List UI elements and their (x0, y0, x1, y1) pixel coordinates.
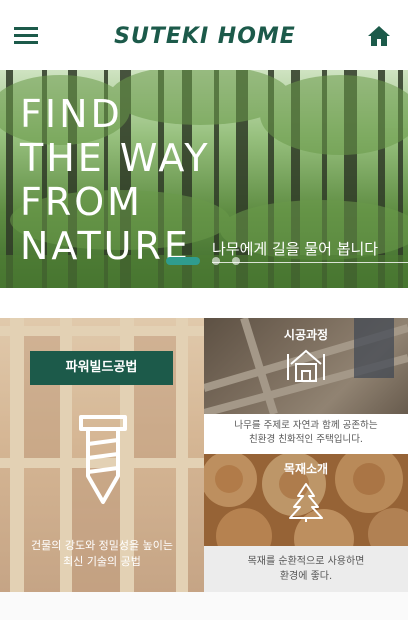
description-line: 나무를 주제로 자연과 함께 공존하는 (234, 420, 378, 431)
app-header: SUTEKI HOME (0, 0, 408, 70)
construction-process-tile[interactable]: 시공과정 (204, 318, 408, 414)
description-line: 친환경 친화적인 주택입니다. (249, 434, 363, 445)
headline-line: FIND (20, 92, 123, 136)
brand-logo[interactable]: SUTEKI HOME (100, 22, 310, 52)
tree-icon (289, 483, 323, 522)
hamburger-menu-icon[interactable] (14, 27, 38, 45)
power-build-tile[interactable]: 파워빌드공법 건물의 강도와 정밀성을 높이는 최신 기술의 공법 (0, 318, 204, 592)
headline-line: FROM (20, 180, 143, 224)
description-line: 최신 기술의 공법 (63, 555, 141, 568)
footer-strip (0, 592, 408, 620)
power-build-label[interactable]: 파워빌드공법 (30, 351, 173, 385)
description-line: 건물의 강도와 정밀성을 높이는 (30, 539, 174, 552)
carousel-dot-2[interactable] (212, 257, 220, 265)
screw-icon (79, 415, 127, 504)
description-line: 환경에 좋다. (279, 571, 333, 582)
wood-introduction-tile[interactable]: 목재소개 (204, 454, 408, 546)
headline-line: THE WAY (20, 136, 211, 180)
feature-grid: 파워빌드공법 건물의 강도와 정밀성을 높이는 최신 기술의 공법 시공과정 나… (0, 318, 408, 592)
construction-process-title: 시공과정 (283, 328, 329, 342)
hero-underline (212, 262, 408, 263)
hero-banner[interactable]: FIND THE WAY FROM NATURE 나무에게 길을 물어 봅니다 (0, 70, 408, 288)
carousel-dot-3[interactable] (232, 257, 240, 265)
wood-introduction-title: 목재소개 (283, 462, 329, 476)
construction-process-description: 나무를 주제로 자연과 함께 공존하는 친환경 친화적인 주택입니다. (204, 414, 408, 454)
hero-subtitle: 나무에게 길을 물어 봅니다 (212, 240, 379, 258)
carousel-dot-1[interactable] (166, 257, 200, 265)
house-outline-icon (287, 349, 325, 382)
wood-introduction-description: 목재를 순환적으로 사용하면 환경에 좋다. (204, 546, 408, 592)
power-build-description: 건물의 강도와 정밀성을 높이는 최신 기술의 공법 (0, 538, 204, 570)
home-icon[interactable] (367, 24, 391, 48)
description-line: 목재를 순환적으로 사용하면 (247, 556, 365, 567)
